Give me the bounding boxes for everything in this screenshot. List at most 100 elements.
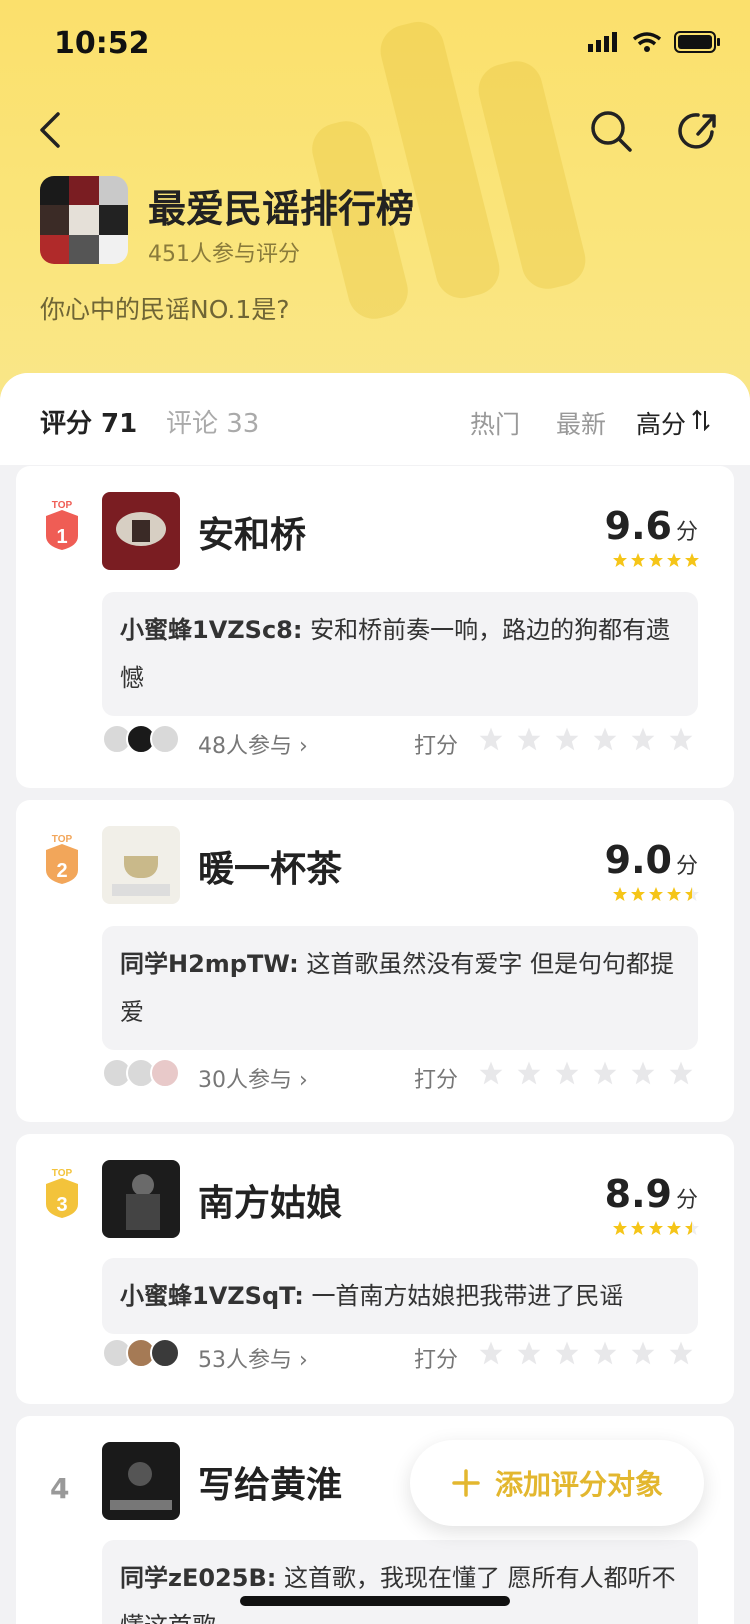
- rate-star-icon[interactable]: [668, 1340, 694, 1366]
- song-title: 暖一杯茶: [198, 849, 343, 890]
- star-icon: [631, 553, 645, 567]
- star-icon: [649, 553, 663, 567]
- star-icon: [685, 553, 699, 567]
- comment-user: 小蜜蜂1VZSqT:: [120, 1282, 304, 1310]
- back-icon[interactable]: [30, 108, 74, 152]
- tabs-bar: 评分 71 评论 33 热门 最新 高分: [0, 373, 750, 465]
- svg-text:3: 3: [56, 1194, 67, 1216]
- participants-link[interactable]: 53人参与 ›: [198, 1342, 308, 1374]
- song-cover: [102, 1442, 180, 1520]
- rate-star-icon[interactable]: [516, 1340, 542, 1366]
- add-rating-target-button[interactable]: 添加评分对象: [410, 1440, 704, 1526]
- rate-star-icon[interactable]: [478, 1060, 504, 1086]
- status-bar: 10:52: [0, 0, 750, 88]
- rate-star-icon[interactable]: [516, 726, 542, 752]
- tab-comments[interactable]: 评论 33: [166, 403, 259, 440]
- rate-star-icon[interactable]: [478, 726, 504, 752]
- star-icon: [667, 553, 681, 567]
- tab-ratings[interactable]: 评分 71: [40, 403, 137, 440]
- rate-label: 打分: [414, 1068, 459, 1093]
- comment-user: 同学H2mpTW:: [120, 950, 299, 978]
- participant-count: 451人参与评分: [148, 242, 300, 267]
- rank-badge-top1: 1 TOP: [46, 500, 78, 550]
- star-rating: [612, 552, 700, 568]
- rate-star-icon[interactable]: [668, 1060, 694, 1086]
- ranking-card[interactable]: 1 TOP 安和桥 9.6 分 小蜜蜂1VZSc8: 安和桥前奏一响，路边的狗都…: [16, 466, 734, 788]
- share-icon[interactable]: [674, 108, 720, 154]
- star-icon: [631, 887, 645, 901]
- rate-star-icon[interactable]: [592, 1060, 618, 1086]
- rate-star-icon[interactable]: [516, 1060, 542, 1086]
- star-icon: [649, 1221, 663, 1235]
- rate-stars[interactable]: [478, 726, 694, 752]
- ranking-card[interactable]: 3 TOP 南方姑娘 8.9 分 小蜜蜂1VZSqT: 一首南方姑娘把我带进了民…: [16, 1134, 734, 1404]
- svg-text:2: 2: [56, 860, 67, 882]
- signal-icon: [588, 32, 617, 52]
- rate-star-icon[interactable]: [592, 726, 618, 752]
- half-star-icon: [685, 1221, 699, 1235]
- score: 8.9 分: [605, 1172, 698, 1216]
- participants-link[interactable]: 30人参与 ›: [198, 1062, 308, 1094]
- plus-icon: [452, 1469, 480, 1497]
- song-title: 安和桥: [198, 515, 307, 556]
- rate-star-icon[interactable]: [630, 1340, 656, 1366]
- participants-count: 30人参与: [198, 1068, 292, 1093]
- top-comment[interactable]: 同学H2mpTW: 这首歌虽然没有爱字 但是句句都提爱: [102, 926, 698, 1050]
- svg-text:TOP: TOP: [52, 500, 73, 511]
- page-title: 最爱民谣排行榜: [148, 187, 415, 231]
- list-description: 你心中的民谣NO.1是?: [40, 295, 290, 324]
- score: 9.0 分: [605, 838, 698, 882]
- song-title: 南方姑娘: [198, 1183, 343, 1224]
- participants-link[interactable]: 48人参与 ›: [198, 728, 308, 760]
- sort-order-icon[interactable]: [692, 409, 710, 431]
- rate-label: 打分: [414, 1348, 459, 1373]
- rate-star-icon[interactable]: [630, 726, 656, 752]
- avatar: [150, 1338, 180, 1368]
- sort-latest[interactable]: 最新: [556, 405, 606, 441]
- star-icon: [631, 1221, 645, 1235]
- rate-star-icon[interactable]: [592, 1340, 618, 1366]
- star-rating: [612, 1220, 700, 1236]
- sort-hot[interactable]: 热门: [470, 405, 520, 441]
- song-cover: [102, 492, 180, 570]
- participants-count: 53人参与: [198, 1348, 292, 1373]
- rate-star-icon[interactable]: [554, 1340, 580, 1366]
- battery-icon: [674, 31, 720, 53]
- star-icon: [649, 887, 663, 901]
- svg-text:TOP: TOP: [52, 834, 73, 845]
- half-star-icon: [685, 887, 699, 901]
- song-cover: [102, 1160, 180, 1238]
- add-rating-target-label: 添加评分对象: [494, 1468, 663, 1501]
- comment-user: 同学zE025B:: [120, 1564, 277, 1592]
- rate-star-icon[interactable]: [668, 726, 694, 752]
- top-comment[interactable]: 小蜜蜂1VZSc8: 安和桥前奏一响，路边的狗都有遗憾: [102, 592, 698, 716]
- search-icon[interactable]: [588, 108, 634, 154]
- comment-text: 一首南方姑娘把我带进了民谣: [311, 1282, 624, 1310]
- score-unit: 分: [675, 854, 698, 879]
- rate-star-icon[interactable]: [478, 1340, 504, 1366]
- song-title: 写给黄淮: [198, 1465, 343, 1506]
- ranking-card[interactable]: 2 TOP 暖一杯茶 9.0 分 同学H2mpTW: 这首歌虽然没有爱字 但是句…: [16, 800, 734, 1122]
- svg-text:1: 1: [56, 526, 67, 548]
- rate-stars[interactable]: [478, 1340, 694, 1366]
- rate-star-icon[interactable]: [554, 1060, 580, 1086]
- top-comment[interactable]: 小蜜蜂1VZSqT: 一首南方姑娘把我带进了民谣: [102, 1258, 698, 1334]
- top-comment[interactable]: 同学zE025B: 这首歌，我现在懂了 愿所有人都听不懂这首歌: [102, 1540, 698, 1624]
- avatar: [150, 724, 180, 754]
- rank-badge-top2: 2 TOP: [46, 834, 78, 884]
- list-cover-image: [40, 176, 128, 264]
- rate-star-icon[interactable]: [554, 726, 580, 752]
- star-icon: [613, 553, 627, 567]
- rate-stars[interactable]: [478, 1060, 694, 1086]
- score-value: 9.6: [604, 504, 672, 548]
- score-value: 8.9: [604, 1172, 672, 1216]
- sort-high-score[interactable]: 高分: [636, 405, 686, 441]
- participant-avatars: [102, 1338, 180, 1368]
- avatar: [150, 1058, 180, 1088]
- home-indicator: [240, 1596, 510, 1606]
- star-icon: [667, 1221, 681, 1235]
- svg-text:TOP: TOP: [52, 1168, 73, 1179]
- rate-star-icon[interactable]: [630, 1060, 656, 1086]
- participant-avatars: [102, 724, 180, 754]
- rate-label: 打分: [414, 734, 459, 759]
